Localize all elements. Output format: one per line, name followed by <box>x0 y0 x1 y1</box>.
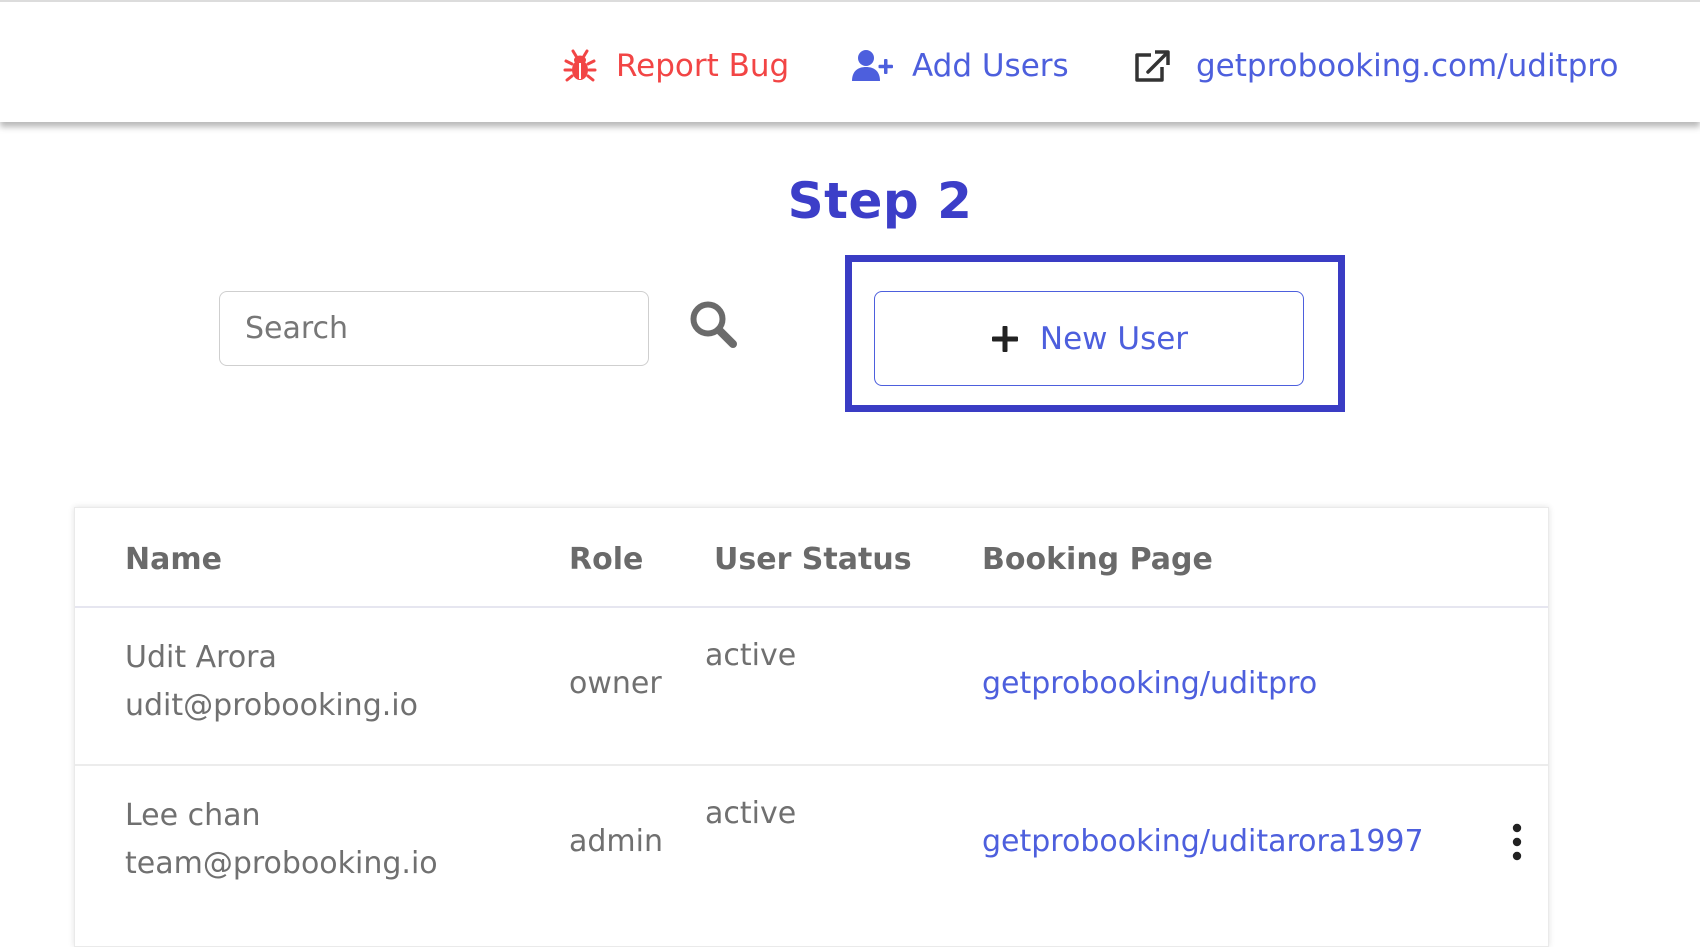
user-name: Lee chan <box>125 798 261 833</box>
report-bug-link[interactable]: Report Bug <box>563 44 789 88</box>
bug-icon <box>563 49 597 83</box>
new-user-label: New User <box>1039 320 1189 357</box>
user-role: owner <box>569 666 662 701</box>
add-users-link[interactable]: Add Users <box>852 44 1069 88</box>
table-header: Name Role User Status Booking Page <box>75 508 1548 608</box>
kebab-menu-icon <box>1507 823 1527 870</box>
booking-page-link[interactable]: getprobooking.com/uditpro <box>1133 44 1618 88</box>
row-menu-button[interactable] <box>1507 820 1527 866</box>
user-name: Udit Arora <box>125 640 277 675</box>
table-row: Udit Arora udit@probooking.io owner acti… <box>75 608 1548 766</box>
booking-page-link[interactable]: getprobooking/uditarora1997 <box>982 824 1424 859</box>
column-header-name[interactable]: Name <box>125 542 222 577</box>
user-plus-icon <box>852 49 894 83</box>
booking-page-link[interactable]: getprobooking/uditpro <box>982 666 1317 701</box>
search-input[interactable] <box>219 291 649 366</box>
user-email: team@probooking.io <box>125 846 438 881</box>
user-email: udit@probooking.io <box>125 688 418 723</box>
column-header-role[interactable]: Role <box>569 542 643 577</box>
column-header-booking-page[interactable]: Booking Page <box>982 542 1213 577</box>
table-row: Lee chan team@probooking.io admin active… <box>75 766 1548 924</box>
report-bug-label: Report Bug <box>616 48 790 84</box>
column-header-status[interactable]: User Status <box>714 542 912 577</box>
search-icon <box>687 301 739 354</box>
top-bar: Report Bug Add Users getprobooking.com/u… <box>0 0 1700 122</box>
user-status: active <box>705 638 797 673</box>
step-title: Step 2 <box>787 172 973 230</box>
external-link-icon <box>1133 49 1171 83</box>
search-button[interactable] <box>687 298 739 350</box>
plus-icon <box>990 324 1020 354</box>
booking-link-label: getprobooking.com/uditpro <box>1196 48 1619 84</box>
new-user-button[interactable]: New User <box>874 291 1304 386</box>
add-users-label: Add Users <box>912 48 1069 84</box>
users-table: Name Role User Status Booking Page Udit … <box>74 507 1549 947</box>
user-status: active <box>705 796 797 831</box>
user-role: admin <box>569 824 663 859</box>
